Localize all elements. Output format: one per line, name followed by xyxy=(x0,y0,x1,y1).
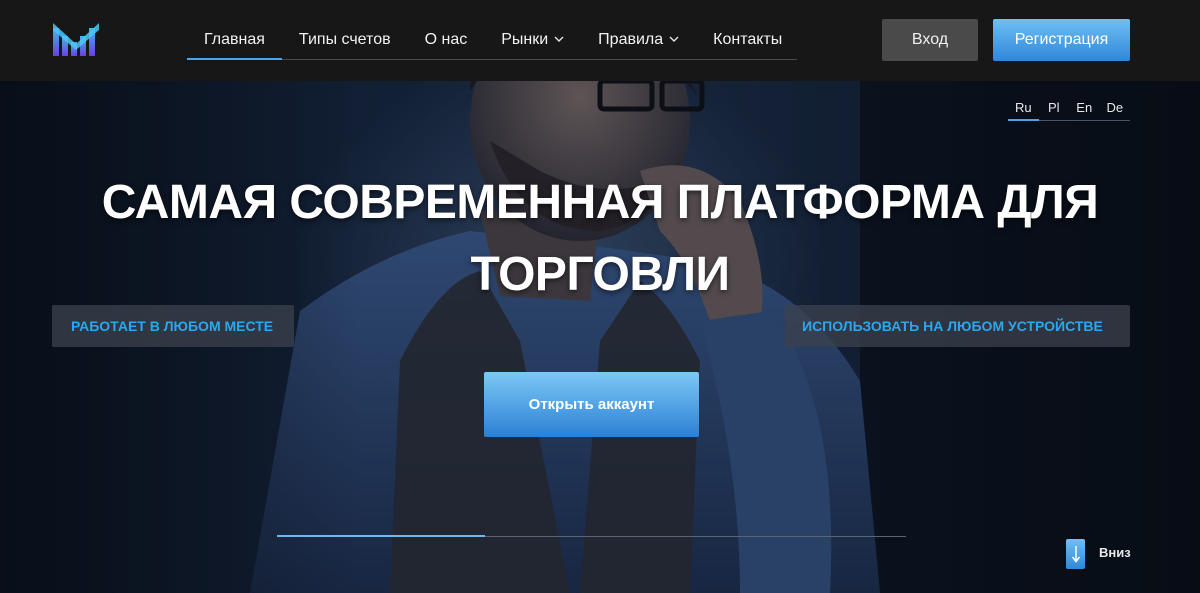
nav-item-home[interactable]: Главная xyxy=(187,22,282,60)
nav-item-label: Правила xyxy=(598,31,664,48)
arrow-down-icon xyxy=(1071,546,1080,563)
chevron-down-icon xyxy=(554,22,564,58)
nav-item-label: Контакты xyxy=(713,31,783,48)
nav-item-about[interactable]: О нас xyxy=(408,22,485,59)
nav-item-contacts[interactable]: Контакты xyxy=(696,22,799,59)
scroll-down-button[interactable] xyxy=(1066,539,1085,569)
brand-logo-icon[interactable] xyxy=(52,22,100,58)
nav-item-rules[interactable]: Правила xyxy=(581,22,696,59)
language-option-pl[interactable]: Pl xyxy=(1039,99,1070,120)
language-option-de[interactable]: De xyxy=(1100,99,1131,120)
scroll-down-label: Вниз xyxy=(1099,545,1131,560)
login-button[interactable]: Вход xyxy=(882,19,978,61)
slider-progress-bar xyxy=(277,535,906,537)
nav-item-label: О нас xyxy=(424,31,468,48)
slider-progress-fill xyxy=(277,535,485,537)
register-button[interactable]: Регистрация xyxy=(993,19,1130,61)
main-nav: Главная Типы счетов О нас Рынки Правила … xyxy=(187,22,797,60)
hero-title: САМАЯ СОВРЕМЕННАЯ ПЛАТФОРМА ДЛЯ ТОРГОВЛИ xyxy=(101,176,1099,301)
nav-item-label: Типы счетов xyxy=(298,31,391,48)
nav-item-markets[interactable]: Рынки xyxy=(484,22,581,59)
language-option-ru[interactable]: Ru xyxy=(1008,99,1039,121)
site-header: Главная Типы счетов О нас Рынки Правила … xyxy=(0,0,1200,81)
open-account-button[interactable]: Открыть аккаунт xyxy=(484,372,699,437)
hero-section: Ru Pl En De САМАЯ СОВРЕМЕННАЯ ПЛАТФОРМА … xyxy=(0,81,1200,593)
nav-item-label: Рынки xyxy=(501,31,549,48)
feature-badge-any-device: ИСПОЛЬЗОВАТЬ НА ЛЮБОМ УСТРОЙСТВЕ xyxy=(785,305,1130,347)
language-switcher: Ru Pl En De xyxy=(1008,99,1130,121)
language-option-en[interactable]: En xyxy=(1069,99,1100,120)
feature-badge-anywhere: РАБОТАЕТ В ЛЮБОМ МЕСТЕ xyxy=(52,305,294,347)
chevron-down-icon xyxy=(669,22,679,58)
nav-item-label: Главная xyxy=(204,31,265,48)
nav-item-account-types[interactable]: Типы счетов xyxy=(282,22,408,59)
